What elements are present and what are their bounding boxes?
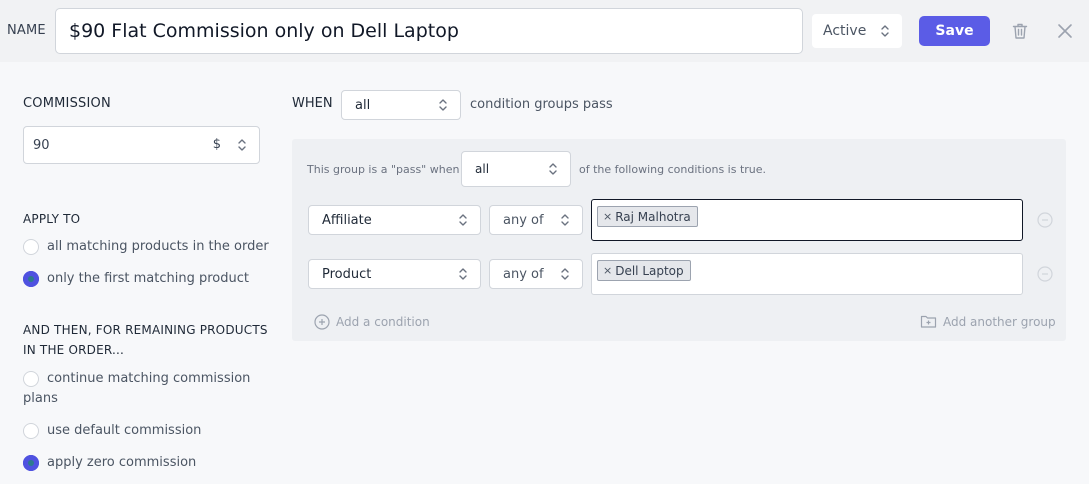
condition-field-select[interactable]: Product xyxy=(308,259,481,289)
condition-field-select[interactable]: Affiliate xyxy=(308,205,481,235)
value-tag: × Raj Malhotra xyxy=(597,206,698,227)
apply-all-radio-option[interactable]: all matching products in the order xyxy=(23,237,269,257)
radio-label: apply zero commission xyxy=(47,455,197,470)
condition-group: This group is a "pass" when all of the f… xyxy=(292,139,1066,341)
when-label: WHEN xyxy=(292,96,333,111)
commission-unit: $ xyxy=(212,137,221,152)
condition-operator-select[interactable]: any of xyxy=(489,259,583,289)
condition-values-input[interactable]: × Raj Malhotra xyxy=(591,199,1023,241)
tag-label: Raj Malhotra xyxy=(615,209,691,224)
close-icon[interactable] xyxy=(1056,22,1074,40)
condition-values-input[interactable]: × Dell Laptop xyxy=(591,253,1023,295)
minus-circle-icon[interactable] xyxy=(1037,212,1053,228)
radio-label-continued: plans xyxy=(23,391,58,406)
value-tag: × Dell Laptop xyxy=(597,260,691,281)
when-value: all xyxy=(355,97,371,113)
group-suffix-text: of the following conditions is true. xyxy=(579,163,767,176)
chevron-up-down-icon xyxy=(561,268,569,280)
condition-field-value: Affiliate xyxy=(322,212,372,228)
chevron-up-down-icon xyxy=(549,163,557,175)
trash-icon[interactable] xyxy=(1010,21,1030,41)
chevron-up-down-icon[interactable] xyxy=(237,137,247,153)
chevron-up-down-icon xyxy=(561,214,569,226)
group-prefix-text: This group is a "pass" when xyxy=(307,163,460,176)
status-value: Active xyxy=(823,23,867,39)
when-select[interactable]: all xyxy=(341,90,461,120)
chevron-up-down-icon xyxy=(439,99,447,111)
remaining-products-label: AND THEN, FOR REMAINING PRODUCTS IN THE … xyxy=(23,320,268,360)
plus-circle-icon xyxy=(314,314,330,330)
name-input[interactable]: $90 Flat Commission only on Dell Laptop xyxy=(55,8,803,54)
radio-button-checked[interactable] xyxy=(23,271,39,287)
add-group-link[interactable]: Add another group xyxy=(920,314,1056,329)
header-bar: NAME $90 Flat Commission only on Dell La… xyxy=(0,0,1089,62)
save-button[interactable]: Save xyxy=(919,16,990,46)
radio-label: all matching products in the order xyxy=(47,239,269,254)
radio-button[interactable] xyxy=(23,371,39,387)
continue-matching-radio-option[interactable]: continue matching commission xyxy=(23,369,250,389)
group-match-value: all xyxy=(475,162,490,176)
radio-button[interactable] xyxy=(23,423,39,439)
radio-button[interactable] xyxy=(23,239,39,255)
condition-operator-value: any of xyxy=(503,266,544,282)
add-condition-label: Add a condition xyxy=(336,315,430,329)
commission-value: 90 xyxy=(33,137,50,153)
condition-operator-value: any of xyxy=(503,212,544,228)
default-commission-radio-option[interactable]: use default commission xyxy=(23,421,201,441)
commission-input[interactable]: 90 $ xyxy=(23,126,260,164)
group-match-select[interactable]: all xyxy=(461,151,571,187)
radio-label: only the first matching product xyxy=(47,271,249,286)
condition-operator-select[interactable]: any of xyxy=(489,205,583,235)
apply-to-label: APPLY TO xyxy=(23,212,81,226)
chevron-up-down-icon xyxy=(459,214,467,226)
radio-label: continue matching commission xyxy=(47,371,251,386)
apply-first-radio-option[interactable]: only the first matching product xyxy=(23,269,249,289)
commission-label: COMMISSION xyxy=(23,96,111,111)
condition-field-value: Product xyxy=(322,266,372,282)
add-condition-link[interactable]: Add a condition xyxy=(314,314,430,330)
tag-remove-icon[interactable]: × xyxy=(603,264,612,277)
remaining-label-line1: AND THEN, FOR REMAINING PRODUCTS xyxy=(23,323,268,337)
status-select[interactable]: Active xyxy=(812,14,902,48)
folder-plus-icon xyxy=(920,315,937,328)
minus-circle-icon[interactable] xyxy=(1037,266,1053,282)
radio-button-checked[interactable] xyxy=(23,455,39,471)
tag-remove-icon[interactable]: × xyxy=(603,210,612,223)
chevron-up-down-icon xyxy=(459,268,467,280)
remaining-label-line2: IN THE ORDER... xyxy=(23,343,125,357)
add-group-label: Add another group xyxy=(943,314,1056,329)
tag-label: Dell Laptop xyxy=(615,263,684,278)
radio-label: use default commission xyxy=(47,423,202,438)
when-suffix: condition groups pass xyxy=(470,97,613,112)
zero-commission-radio-option[interactable]: apply zero commission xyxy=(23,453,196,473)
chevron-up-down-icon xyxy=(881,25,889,37)
name-label: NAME xyxy=(7,23,46,38)
